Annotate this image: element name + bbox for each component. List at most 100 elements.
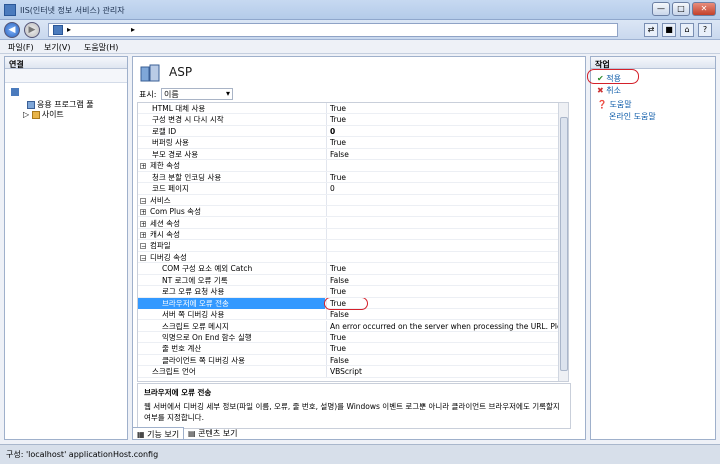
property-row[interactable]: 구성 변경 시 다시 시작 True xyxy=(138,114,568,126)
property-value: True xyxy=(330,344,346,354)
property-value: False xyxy=(330,355,349,365)
maximize-button[interactable]: □ xyxy=(672,2,690,16)
menu-help[interactable]: 도움말(H) xyxy=(84,42,118,53)
collapse-icon[interactable]: − xyxy=(140,243,146,250)
property-name: 스크립트 오류 메시지 xyxy=(162,321,229,331)
address-path-field[interactable]: ▸ ▸ xyxy=(48,23,618,37)
display-select-value: 이름 xyxy=(164,90,179,99)
minimize-button[interactable]: — xyxy=(652,2,670,16)
expand-icon[interactable]: + xyxy=(140,220,146,227)
property-grid[interactable]: 스크립트 언어 VBScript 클라이언트 쪽 디버깅 사용 False 줄 번호 계… xyxy=(137,102,569,382)
property-name: 줄 번호 계산 xyxy=(162,344,202,354)
property-row[interactable]: − 서비스 xyxy=(138,194,568,206)
column-divider xyxy=(326,148,327,160)
property-name: 코드 페이지 xyxy=(152,184,189,194)
property-value: An error occurred on the server when pro… xyxy=(330,321,569,331)
expand-arrow-icon[interactable]: ▷ xyxy=(23,110,29,119)
connections-header: 연결 xyxy=(5,57,127,69)
property-name: 부모 경로 사용 xyxy=(152,149,199,159)
help-icon[interactable]: ? xyxy=(698,23,712,37)
property-name: NT 로그에 오류 기록 xyxy=(162,275,228,285)
menu-view[interactable]: 보기(V) xyxy=(44,42,70,53)
property-value: True xyxy=(330,138,346,148)
property-row[interactable]: 스크립트 언어 VBScript xyxy=(138,366,568,378)
property-row[interactable]: 로그 오류 요청 사용 True xyxy=(138,286,568,298)
property-row[interactable]: 청크 분할 인코딩 사용 True xyxy=(138,171,568,184)
online-help-action[interactable]: 온라인 도움말 xyxy=(609,111,656,122)
column-divider xyxy=(326,217,327,228)
property-row[interactable]: + 세션 속성 xyxy=(138,217,568,229)
property-name: Com Plus 속성 xyxy=(150,207,201,217)
column-divider xyxy=(326,309,327,320)
property-name: 클라이언트 쪽 디버깅 사용 xyxy=(162,355,246,365)
property-row[interactable]: + Com Plus 속성 xyxy=(138,206,568,218)
column-divider xyxy=(326,228,327,240)
vertical-scrollbar[interactable] xyxy=(558,103,568,381)
property-row[interactable]: + 제한 속성 xyxy=(138,160,568,172)
path-arrow-icon[interactable]: ▸ xyxy=(67,25,71,34)
property-row[interactable]: 줄 번호 계산 True xyxy=(138,343,568,355)
tree-item-sites[interactable]: ▷ 사이트 xyxy=(23,109,64,120)
property-name: 서버 쪽 디버깅 사용 xyxy=(162,310,225,320)
cancel-action[interactable]: ✖ 취소 xyxy=(597,85,621,96)
address-bar: ◀ ▶ ▸ ▸ ⇄ ■ ⌂ ? xyxy=(0,20,720,40)
menu-file[interactable]: 파일(F) xyxy=(8,42,34,53)
column-divider xyxy=(326,103,327,114)
property-name: 구성 변경 시 다시 시작 xyxy=(152,115,224,125)
property-row[interactable]: + 캐시 속성 xyxy=(138,228,568,241)
property-row[interactable]: − 컴파일 xyxy=(138,240,568,252)
home-icon[interactable]: ⌂ xyxy=(680,23,694,37)
tab-content-view[interactable]: ▤ 콘텐츠 보기 xyxy=(184,427,241,440)
property-name: COM 구성 요소 예외 Catch xyxy=(162,264,253,274)
forward-button[interactable]: ▶ xyxy=(24,22,40,38)
tab-features-view[interactable]: ▦ 기능 보기 xyxy=(132,427,185,440)
actions-header: 작업 xyxy=(591,57,715,69)
property-name: HTML 대체 사용 xyxy=(152,104,206,113)
column-divider xyxy=(326,171,327,183)
property-row[interactable]: 코드 페이지 0 xyxy=(138,183,568,195)
close-button[interactable]: ✕ xyxy=(692,2,716,16)
status-text: 구성: 'localhost' applicationHost.config xyxy=(6,450,159,459)
help-label: 도움말 xyxy=(609,100,632,109)
property-row[interactable]: NT 로그에 오류 기록 False xyxy=(138,274,568,287)
property-row[interactable]: 스크립트 오류 메시지 An error occurred on the serv… xyxy=(138,320,569,332)
cancel-label: 취소 xyxy=(606,86,621,95)
property-row[interactable]: COM 구성 요소 예외 Catch True xyxy=(138,263,568,275)
stop-icon[interactable]: ■ xyxy=(662,23,676,37)
scrollbar-thumb[interactable] xyxy=(560,117,568,371)
collapse-icon[interactable]: − xyxy=(140,254,146,261)
highlight-oval-value xyxy=(324,296,368,310)
property-value: True xyxy=(330,333,346,342)
property-name: 브라우저에 오류 전송 xyxy=(138,297,325,310)
connections-toolbar xyxy=(5,69,127,83)
connect-icon[interactable]: ⇄ xyxy=(644,23,658,37)
back-button[interactable]: ◀ xyxy=(4,22,20,38)
status-bar: 구성: 'localhost' applicationHost.config xyxy=(0,444,720,464)
property-name: 로캘 ID xyxy=(152,126,177,136)
property-row[interactable]: 서버 쪽 디버깅 사용 False xyxy=(138,309,568,321)
collapse-icon[interactable]: − xyxy=(140,197,146,204)
property-row[interactable]: 익명으로 On End 함수 실행 True xyxy=(138,332,568,344)
cancel-icon: ✖ xyxy=(597,86,604,95)
column-divider xyxy=(326,286,327,297)
column-divider xyxy=(326,160,327,171)
property-value: VBScript xyxy=(330,367,362,377)
property-row[interactable]: 버퍼링 사용 True xyxy=(138,137,568,149)
help-circle-icon: ❓ xyxy=(597,100,607,109)
property-row[interactable]: 브라우저에 오류 전송True▾ xyxy=(138,296,568,310)
property-row[interactable]: 로캘 ID 0 xyxy=(138,125,568,138)
property-row[interactable]: − 디버깅 속성 xyxy=(138,251,568,264)
property-row[interactable]: 클라이언트 쪽 디버깅 사용 False xyxy=(138,354,568,367)
help-action[interactable]: ❓ 도움말 xyxy=(597,99,632,110)
property-row[interactable]: HTML 대체 사용 True xyxy=(138,103,568,115)
property-value: 0 xyxy=(330,126,336,136)
tree-server-node[interactable] xyxy=(11,87,21,96)
path-arrow-icon-2[interactable]: ▸ xyxy=(131,25,135,34)
column-divider xyxy=(326,343,327,354)
expand-icon[interactable]: + xyxy=(140,163,146,170)
property-row[interactable]: 부모 경로 사용 False xyxy=(138,148,568,161)
display-select[interactable]: 이름 ▾ xyxy=(161,88,233,100)
tree-item-label: 사이트 xyxy=(41,110,64,119)
expand-icon[interactable]: + xyxy=(140,231,146,238)
expand-icon[interactable]: + xyxy=(140,209,146,216)
